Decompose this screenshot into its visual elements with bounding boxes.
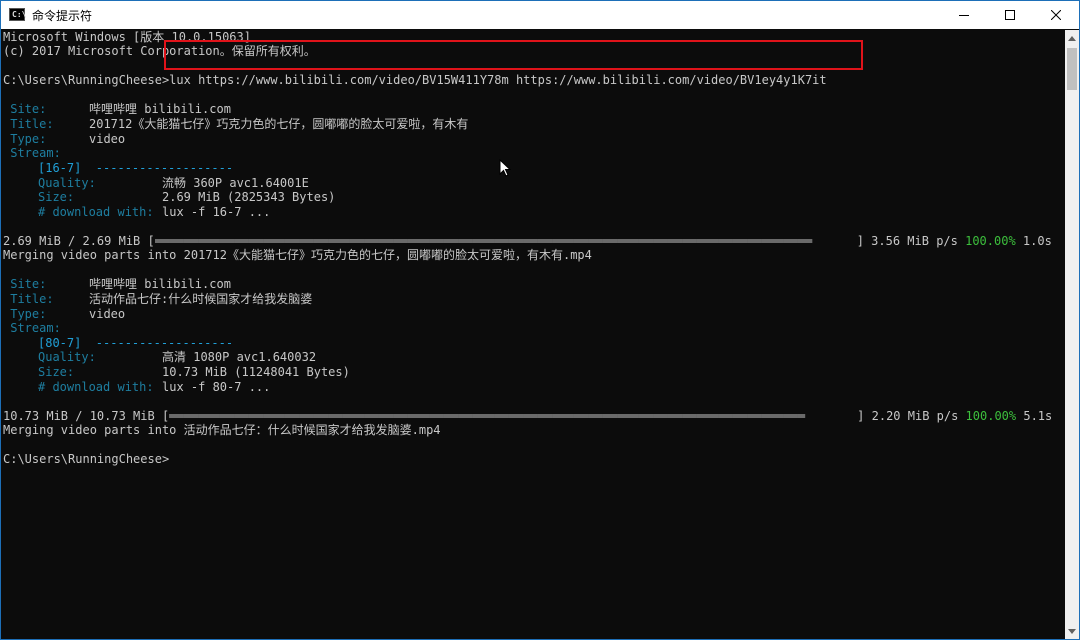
size-label: Size:	[38, 365, 75, 379]
progress-percent: 100.00%	[965, 409, 1017, 423]
maximize-button[interactable]	[987, 1, 1033, 29]
mouse-pointer-icon	[499, 158, 512, 181]
progress-end: ]	[856, 234, 872, 248]
quality-value: 高清 1080P avc1.640032	[162, 350, 317, 364]
download-with-row: # download with: lux -f 16-7 ...	[38, 205, 270, 220]
site-label: Site:	[3, 102, 47, 116]
size-label: Size:	[38, 190, 75, 204]
vertical-scrollbar[interactable]	[1065, 30, 1079, 639]
chevron-down-icon	[1068, 628, 1076, 634]
stream-label: Stream:	[3, 146, 61, 160]
download-with-label: # download with:	[38, 205, 154, 219]
progress-end: ]	[857, 409, 872, 423]
progress-line: 10.73 MiB / 10.73 MiB [═════════════════…	[3, 409, 1052, 424]
quality-value: 流畅 360P avc1.64001E	[162, 176, 309, 190]
site-row: Site: 哔哩哔哩 bilibili.com	[3, 102, 231, 117]
progress-bar: ════════════════════════════════════════…	[169, 409, 805, 423]
site-value: 哔哩哔哩 bilibili.com	[89, 102, 231, 116]
minimize-icon	[959, 15, 969, 16]
download-with-value: lux -f 16-7 ...	[162, 205, 271, 219]
final-prompt[interactable]: C:\Users\RunningCheese>	[3, 452, 169, 467]
title-value: 201712《大能猫七仔》巧克力色的七仔，圆嘟嘟的脸太可爱啦，有木有	[89, 117, 469, 131]
chevron-up-icon	[1068, 35, 1076, 41]
merge-line: Merging video parts into 201712《大能猫七仔》巧克…	[3, 248, 592, 262]
progress-time: 5.1s	[1016, 409, 1053, 423]
size-value: 10.73 MiB (11248041 Bytes)	[162, 365, 350, 379]
quality-label: Quality:	[38, 350, 96, 364]
quality-row: Quality: 高清 1080P avc1.640032	[38, 350, 316, 365]
progress-bar: ════════════════════════════════════════…	[154, 234, 813, 248]
window-title: 命令提示符	[32, 9, 93, 23]
type-value: video	[89, 132, 126, 146]
cmd-icon: C:\	[9, 8, 26, 21]
command-text: lux https://www.bilibili.com/video/BV15W…	[169, 73, 827, 87]
type-value: video	[89, 307, 126, 321]
scroll-down-button[interactable]	[1065, 623, 1079, 639]
title-label: Title:	[3, 292, 54, 306]
minimize-button[interactable]	[941, 1, 987, 29]
title-label: Title:	[3, 117, 54, 131]
progress-line: 2.69 MiB / 2.69 MiB [═══════════════════…	[3, 234, 1052, 249]
stream-id: [80-7] -------------------	[38, 336, 234, 350]
title-row: Title: 201712《大能猫七仔》巧克力色的七仔，圆嘟嘟的脸太可爱啦，有木有	[3, 117, 468, 132]
size-row: Size: 2.69 MiB (2825343 Bytes)	[38, 190, 335, 205]
download-with-row: # download with: lux -f 80-7 ...	[38, 380, 270, 395]
close-button[interactable]	[1033, 1, 1079, 29]
stream-label: Stream:	[3, 321, 61, 335]
command-line: C:\Users\RunningCheese>lux https://www.b…	[3, 73, 827, 88]
quality-row: Quality: 流畅 360P avc1.64001E	[38, 176, 309, 191]
type-label: Type:	[3, 307, 47, 321]
type-row: Type: video	[3, 132, 125, 147]
size-value: 2.69 MiB (2825343 Bytes)	[162, 190, 336, 204]
download-with-value: lux -f 80-7 ...	[162, 380, 271, 394]
scroll-up-button[interactable]	[1065, 30, 1079, 46]
scrollbar-thumb[interactable]	[1067, 48, 1077, 90]
progress-speed: 2.20 MiB p/s	[871, 409, 966, 423]
merge-line: Merging video parts into 活动作品七仔：什么时候国家才给…	[3, 423, 441, 437]
size-row: Size: 10.73 MiB (11248041 Bytes)	[38, 365, 350, 380]
prompt: C:\Users\RunningCheese>	[3, 73, 170, 87]
quality-label: Quality:	[38, 176, 96, 190]
download-with-label: # download with:	[38, 380, 154, 394]
progress-time: 1.0s	[1015, 234, 1052, 248]
title-value: 活动作品七仔:什么时候国家才给我发脑婆	[89, 292, 313, 306]
title-bar[interactable]: C:\ 命令提示符	[1, 1, 1079, 29]
progress-size: 10.73 MiB / 10.73 MiB [	[3, 409, 170, 423]
title-row: Title: 活动作品七仔:什么时候国家才给我发脑婆	[3, 292, 312, 307]
close-icon	[1051, 10, 1061, 20]
maximize-icon	[1005, 10, 1015, 20]
stream-id: [16-7] -------------------	[38, 161, 234, 175]
progress-speed: 3.56 MiB p/s	[871, 234, 966, 248]
progress-percent: 100.00%	[965, 234, 1016, 248]
command-highlight-box	[164, 40, 863, 70]
progress-size: 2.69 MiB / 2.69 MiB [	[3, 234, 155, 248]
command-prompt-window: C:\ 命令提示符 Microsoft Windows [版本 10.0.150…	[0, 0, 1080, 640]
type-row: Type: video	[3, 307, 125, 322]
terminal-output[interactable]: Microsoft Windows [版本 10.0.15063] (c) 20…	[1, 30, 1065, 639]
type-label: Type:	[3, 132, 47, 146]
site-row: Site: 哔哩哔哩 bilibili.com	[3, 277, 231, 292]
site-value: 哔哩哔哩 bilibili.com	[89, 277, 231, 291]
site-label: Site:	[3, 277, 47, 291]
